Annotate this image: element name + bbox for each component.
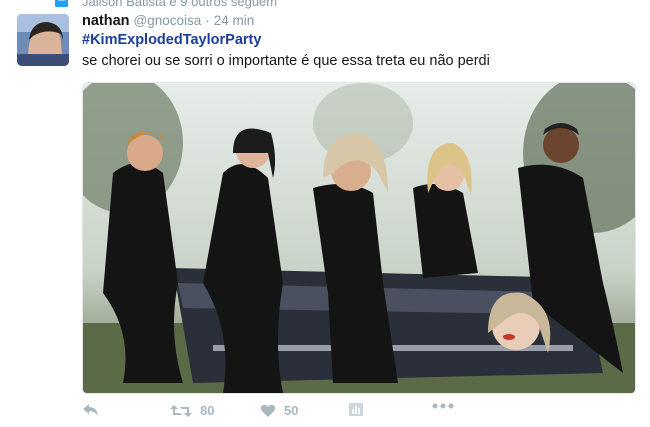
user-name[interactable]: nathan	[82, 13, 130, 29]
follow-context-text: Jailson Batista e 9 outros seguem	[82, 0, 278, 9]
like-count: 50	[284, 403, 299, 418]
tweet-text: se chorei ou se sorri o importante é que…	[82, 53, 490, 69]
reply-icon	[83, 404, 98, 416]
hashtag-link[interactable]: #KimExplodedTaylorParty	[82, 32, 261, 48]
follow-context-icon	[55, 0, 68, 7]
heart-icon	[260, 404, 276, 417]
tweet-header: nathan @gnocoisa · 24 min	[82, 13, 254, 29]
like-button[interactable]: 50	[260, 403, 298, 418]
user-handle[interactable]: @gnocoisa	[134, 13, 202, 28]
avatar[interactable]	[17, 14, 69, 66]
retweet-count: 80	[200, 403, 215, 418]
analytics-icon	[349, 403, 363, 416]
timestamp[interactable]: 24 min	[214, 13, 255, 28]
reply-button[interactable]	[82, 403, 100, 417]
follow-context: Jailson Batista e 9 outros seguem	[82, 0, 278, 9]
retweet-button[interactable]: 80	[170, 403, 214, 418]
more-dots-icon	[432, 403, 454, 409]
tweet-actions: 80 50	[82, 403, 502, 427]
separator-dot: ·	[205, 13, 210, 28]
analytics-button[interactable]	[348, 403, 364, 417]
retweet-icon	[170, 404, 192, 417]
tweet-media[interactable]	[82, 82, 636, 394]
avatar-image	[17, 14, 69, 66]
media-image	[83, 83, 635, 393]
more-button[interactable]	[432, 403, 454, 409]
